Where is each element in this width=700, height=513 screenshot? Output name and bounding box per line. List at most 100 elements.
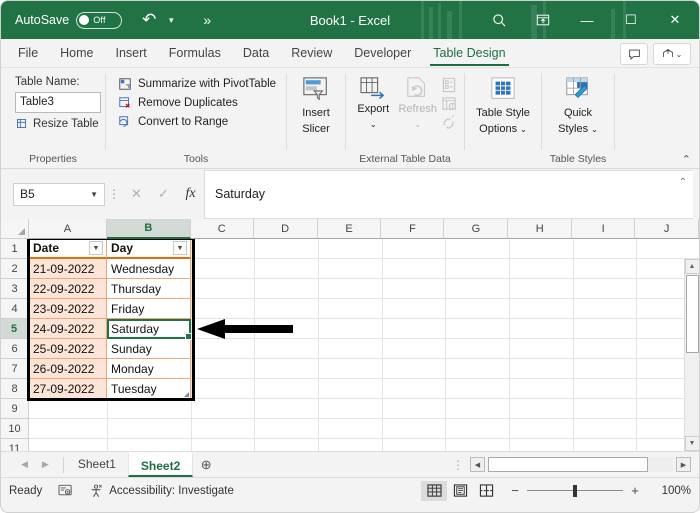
cell-b7[interactable]: Monday bbox=[107, 359, 191, 379]
open-in-browser-icon[interactable] bbox=[441, 96, 458, 112]
unlink-icon[interactable] bbox=[441, 115, 458, 131]
row-header-6[interactable]: 6 bbox=[1, 339, 29, 359]
collapse-ribbon-icon[interactable]: ⌃ bbox=[682, 153, 691, 166]
zoom-out-button[interactable]: − bbox=[509, 483, 521, 498]
column-header-h[interactable]: H bbox=[508, 219, 573, 239]
row-header-4[interactable]: 4 bbox=[1, 299, 29, 319]
sheet-nav-next-icon[interactable]: ▶ bbox=[42, 459, 49, 470]
sheet-tab-sheet2[interactable]: Sheet2 bbox=[127, 452, 194, 477]
zoom-in-button[interactable]: + bbox=[629, 483, 641, 498]
maximize-button[interactable]: ☐ bbox=[609, 1, 653, 39]
row-header-10[interactable]: 10 bbox=[1, 419, 29, 439]
cell-a8[interactable]: 27-09-2022 bbox=[29, 379, 107, 399]
name-box[interactable]: B5 ▼ bbox=[13, 182, 105, 206]
convert-to-range-button[interactable]: Convert to Range bbox=[118, 115, 276, 129]
zoom-control[interactable]: − + 100% bbox=[509, 483, 691, 498]
summarize-with-pivottable-button[interactable]: Summarize with PivotTable bbox=[118, 77, 276, 91]
cell-b2[interactable]: Wednesday bbox=[107, 259, 191, 279]
insert-slicer-button[interactable]: Insert Slicer bbox=[293, 74, 339, 135]
more-commands-icon[interactable]: » bbox=[194, 7, 220, 33]
page-break-view-button[interactable] bbox=[473, 481, 499, 501]
cell-a4[interactable]: 23-09-2022 bbox=[29, 299, 107, 319]
properties-icon[interactable] bbox=[441, 77, 458, 93]
row-header-8[interactable]: 8 bbox=[1, 379, 29, 399]
tab-table-design[interactable]: Table Design bbox=[422, 40, 516, 67]
tab-review[interactable]: Review bbox=[280, 40, 343, 67]
close-button[interactable]: ✕ bbox=[653, 1, 697, 39]
comment-icon[interactable] bbox=[620, 43, 648, 65]
cell-a7[interactable]: 26-09-2022 bbox=[29, 359, 107, 379]
select-all-corner[interactable] bbox=[1, 219, 29, 239]
cell-a6[interactable]: 25-09-2022 bbox=[29, 339, 107, 359]
cell-b6[interactable]: Sunday bbox=[107, 339, 191, 359]
search-icon[interactable] bbox=[477, 1, 521, 39]
cell-a5[interactable]: 24-09-2022 bbox=[29, 319, 107, 339]
hscroll-track[interactable] bbox=[488, 457, 673, 472]
tab-data[interactable]: Data bbox=[232, 40, 280, 67]
column-header-c[interactable]: C bbox=[190, 219, 254, 239]
cell-a2[interactable]: 21-09-2022 bbox=[29, 259, 107, 279]
filter-dropdown-icon-day[interactable]: ▼ bbox=[173, 241, 187, 255]
hscroll-thumb[interactable] bbox=[488, 457, 648, 472]
cell-a3[interactable]: 22-09-2022 bbox=[29, 279, 107, 299]
column-header-b[interactable]: B bbox=[106, 219, 191, 239]
column-header-a[interactable]: A bbox=[29, 219, 107, 239]
column-header-f[interactable]: F bbox=[381, 219, 445, 239]
row-header-11[interactable]: 11 bbox=[1, 439, 29, 451]
cell-b5[interactable]: Saturday bbox=[107, 319, 191, 339]
accessibility-checker[interactable]: Accessibility: Investigate bbox=[89, 484, 234, 498]
page-layout-view-button[interactable] bbox=[447, 481, 473, 501]
tab-file[interactable]: File bbox=[7, 40, 49, 67]
ribbon-display-options-icon[interactable] bbox=[521, 1, 565, 39]
formula-input[interactable]: Saturday ⌃ bbox=[204, 169, 693, 219]
normal-view-button[interactable] bbox=[421, 480, 447, 501]
cancel-entry-icon[interactable]: ✕ bbox=[123, 183, 150, 206]
cell-b8[interactable]: Tuesday bbox=[107, 379, 191, 399]
column-header-j[interactable]: J bbox=[635, 219, 699, 239]
cell-area[interactable]: Date ▼ Day ▼ 21-09-2022 Wednesday 22-09-… bbox=[27, 239, 699, 451]
tab-developer[interactable]: Developer bbox=[343, 40, 422, 67]
column-header-i[interactable]: I bbox=[572, 219, 636, 239]
minimize-button[interactable]: — bbox=[565, 1, 609, 39]
expand-formula-bar-icon[interactable]: ⌃ bbox=[679, 177, 687, 188]
table-name-input[interactable]: Table3 bbox=[15, 92, 101, 113]
column-header-e[interactable]: E bbox=[317, 219, 382, 239]
row-header-7[interactable]: 7 bbox=[1, 359, 29, 379]
row-header-5[interactable]: 5 bbox=[1, 319, 29, 339]
row-header-2[interactable]: 2 bbox=[1, 259, 29, 279]
cell-b4[interactable]: Friday bbox=[107, 299, 191, 319]
insert-function-icon[interactable]: fx bbox=[177, 183, 204, 206]
zoom-slider-handle[interactable] bbox=[573, 484, 577, 497]
quick-styles-button[interactable]: Quick Styles ⌄ bbox=[548, 74, 608, 136]
undo-dropdown-icon[interactable]: ▾ bbox=[158, 7, 184, 33]
cell-b3[interactable]: Thursday bbox=[107, 279, 191, 299]
zoom-level-label[interactable]: 100% bbox=[653, 485, 691, 497]
hscroll-left-button[interactable]: ◀ bbox=[470, 457, 485, 472]
hscroll-right-button[interactable]: ▶ bbox=[676, 457, 691, 472]
refresh-button[interactable]: Refresh ⌄ bbox=[397, 74, 440, 131]
column-header-d[interactable]: D bbox=[253, 219, 318, 239]
autosave-control[interactable]: AutoSave Off bbox=[15, 11, 123, 29]
sheet-nav-prev-icon[interactable]: ◀ bbox=[21, 459, 28, 470]
scroll-up-button[interactable]: ▲ bbox=[684, 259, 699, 274]
autosave-toggle[interactable]: Off bbox=[76, 11, 123, 29]
sheet-tab-sheet1[interactable]: Sheet1 bbox=[66, 452, 128, 477]
vertical-scrollbar-thumb[interactable] bbox=[685, 275, 699, 353]
confirm-entry-icon[interactable]: ✓ bbox=[150, 183, 177, 206]
scroll-down-button[interactable]: ▼ bbox=[684, 436, 699, 451]
table-header-cell-date[interactable]: Date ▼ bbox=[29, 239, 107, 259]
tab-home[interactable]: Home bbox=[49, 40, 104, 67]
export-button[interactable]: Export ⌄ bbox=[352, 74, 395, 131]
row-header-1[interactable]: 1 bbox=[1, 239, 29, 259]
tab-formulas[interactable]: Formulas bbox=[158, 40, 232, 67]
record-macro-button[interactable] bbox=[58, 484, 73, 497]
remove-duplicates-button[interactable]: Remove Duplicates bbox=[118, 96, 276, 110]
vertical-scrollbar[interactable]: ▲ ▼ bbox=[684, 259, 699, 451]
horizontal-scrollbar[interactable]: ◀ ▶ bbox=[470, 457, 699, 472]
tab-insert[interactable]: Insert bbox=[105, 40, 158, 67]
resize-table-button[interactable]: Resize Table bbox=[15, 117, 101, 130]
row-header-9[interactable]: 9 bbox=[1, 399, 29, 419]
zoom-slider[interactable] bbox=[527, 483, 623, 498]
sheet-overflow-icon[interactable]: ⋮ bbox=[452, 458, 470, 472]
row-header-3[interactable]: 3 bbox=[1, 279, 29, 299]
